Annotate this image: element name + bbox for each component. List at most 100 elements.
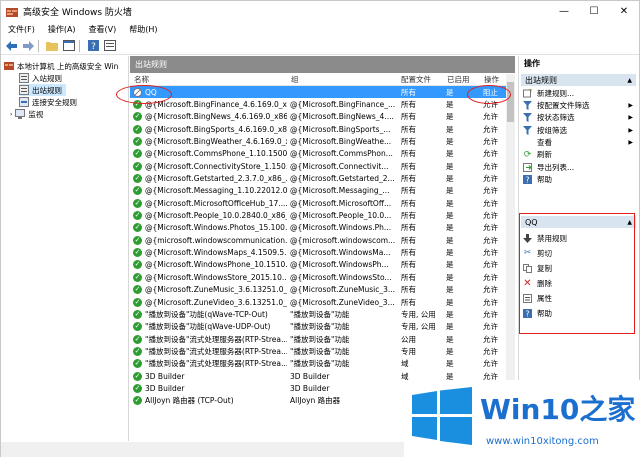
column-header-action[interactable]: 操作	[480, 74, 506, 85]
rule-action-cell: 允许	[483, 137, 498, 147]
enabled-rule-check-icon: ✓	[133, 396, 142, 406]
rule-row[interactable]: ✓ @{Microsoft.WindowsStore_2015.10.... @{M…	[130, 271, 506, 283]
menu-help[interactable]: 帮助(H)	[129, 24, 157, 35]
tree-item-inbound-rules[interactable]: 入站规则	[19, 72, 62, 84]
rule-row[interactable]: ✓ @{Microsoft.Windows.Photos_15.100.... @{…	[130, 222, 506, 234]
tree-item-outbound-rules[interactable]: 出站规则	[19, 84, 66, 96]
rule-row[interactable]: ✓ "播放到设备"流式处理服务器(RTP-Strea... "播放到设备"功能 公用 是…	[130, 333, 506, 345]
rule-row[interactable]: ✓ @{Microsoft.CommsPhone_1.10.1500.... @{M…	[130, 148, 506, 160]
rule-group-cell: @{Microsoft.CommsPhon...	[290, 149, 393, 159]
tree-item-local-computer[interactable]: 本地计算机 上的高级安全 Win	[4, 60, 118, 72]
rule-row[interactable]: ✓ @{Microsoft.People_10.0.2840.0_x86_... @…	[130, 209, 506, 221]
rule-profile-cell: 所有	[401, 112, 416, 122]
rule-name-cell: ✓ @{Microsoft.Messaging_1.10.22012.0...	[130, 186, 287, 196]
back-button[interactable]	[4, 39, 18, 53]
rule-action-cell: 允许	[483, 248, 498, 258]
enabled-rule-check-icon: ✓	[133, 359, 142, 369]
rule-group-cell: "播放到设备"功能	[290, 309, 350, 319]
rule-group-cell: 3D Builder	[290, 383, 330, 393]
action-refresh[interactable]: ⟳ 刷新	[523, 149, 635, 161]
rule-action-cell: 允许	[483, 124, 498, 134]
forward-button[interactable]	[21, 39, 35, 53]
help-button[interactable]: ?	[86, 39, 100, 53]
rule-profile-cell: 所有	[401, 161, 416, 171]
rule-row[interactable]: ✓ @{Microsoft.ZuneMusic_3.6.13251.0_... @{…	[130, 284, 506, 296]
action-new-rule[interactable]: 新建规则...	[523, 87, 635, 99]
scrollbar-thumb[interactable]	[507, 82, 514, 122]
menu-action[interactable]: 操作(A)	[48, 24, 76, 35]
rule-enabled-cell: 是	[446, 112, 454, 122]
rule-row[interactable]: ✓ @{Microsoft.WindowsPhone_10.1510.... @{M…	[130, 259, 506, 271]
tree-item-connection-security[interactable]: 连接安全规则	[19, 96, 77, 108]
close-button[interactable]: ✕	[609, 1, 639, 22]
rule-row[interactable]: ✓ @{Microsoft.ConnectivityStore_1.150....…	[130, 160, 506, 172]
menu-bar: 文件(F) 操作(A) 查看(V) 帮助(H)	[1, 22, 639, 37]
rule-enabled-cell: 是	[446, 260, 454, 270]
collapse-caret-icon[interactable]: ▲	[627, 77, 632, 84]
actions-section-outbound[interactable]: 出站规则 ▲	[521, 74, 636, 86]
action-view[interactable]: 查看 ▶	[523, 136, 635, 148]
navigation-tree: 本地计算机 上的高级安全 Win 入站规则 出站规则 连接安全规则 › 监视	[1, 56, 129, 441]
rule-name-cell: ✓ "播放到设备"功能(qWave-TCP-Out)	[130, 309, 287, 320]
export-icon	[523, 162, 532, 172]
console-button[interactable]	[62, 39, 76, 53]
rule-row[interactable]: ✓ @{Microsoft.WindowsMaps_4.1509.5... @{Mi…	[130, 246, 506, 258]
enabled-rule-check-icon: ✓	[133, 272, 142, 282]
rule-group-cell: @{Microsoft.People_10.0...	[290, 211, 392, 221]
action-help[interactable]: ? 帮助	[523, 173, 635, 185]
windows-logo-icon	[412, 387, 472, 445]
rule-row[interactable]: ✓ @{microsoft.windowscommunication... @{mi…	[130, 234, 506, 246]
rule-row[interactable]: ✓ "播放到设备"功能(qWave-TCP-Out) "播放到设备"功能 专用, 公用…	[130, 308, 506, 320]
rule-row[interactable]: ✓ "播放到设备"功能(qWave-UDP-Out) "播放到设备"功能 专用, 公用…	[130, 321, 506, 333]
rule-row[interactable]: ✓ @{Microsoft.BingWeather_4.6.169.0_x... @…	[130, 135, 506, 147]
rule-name: @{Microsoft.Windows.Photos_15.100....	[145, 223, 287, 233]
action-filter-profile[interactable]: 按配置文件筛选 ▶	[523, 100, 635, 112]
column-header-group[interactable]: 组	[287, 74, 397, 85]
menu-file[interactable]: 文件(F)	[8, 24, 35, 35]
rule-row[interactable]: ✓ "播放到设备"流式处理服务器(RTP-Strea... "播放到设备"功能 专用 是…	[130, 345, 506, 357]
rule-row[interactable]: ✓ @{Microsoft.Messaging_1.10.22012.0... @{…	[130, 185, 506, 197]
expand-chevron-icon[interactable]: ›	[10, 111, 12, 118]
rule-row[interactable]: ✓ @{Microsoft.ZuneVideo_3.6.13251.0_... @{…	[130, 296, 506, 308]
toolbar-separator	[38, 39, 39, 52]
enabled-rule-check-icon: ✓	[133, 112, 142, 122]
rule-profile-cell: 所有	[401, 223, 416, 233]
menu-view[interactable]: 查看(V)	[89, 24, 117, 35]
enabled-rule-check-icon: ✓	[133, 235, 142, 245]
rule-row[interactable]: ✓ @{Microsoft.BingFinance_4.6.169.0_x... @…	[130, 98, 506, 110]
maximize-button[interactable]: ☐	[579, 1, 609, 22]
action-filter-group[interactable]: 按组筛选 ▶	[523, 124, 635, 136]
rule-name-cell: ✓ @{Microsoft.Windows.Photos_15.100....	[130, 223, 287, 233]
action-filter-state[interactable]: 按状态筛选 ▶	[523, 112, 635, 124]
rule-group-cell: @{Microsoft.WindowsSto...	[290, 272, 392, 282]
minimize-button[interactable]: —	[549, 1, 579, 22]
rule-enabled-cell: 是	[446, 137, 454, 147]
toolbar-separator	[79, 39, 80, 52]
rule-row[interactable]: ✓ @{Microsoft.MicrosoftOfficeHub_17.... @{…	[130, 197, 506, 209]
forward-arrow-icon	[22, 40, 34, 51]
action-label: 帮助	[537, 174, 552, 184]
firewall-app-icon	[6, 7, 18, 17]
tree-item-monitoring[interactable]: › 监视	[10, 108, 43, 120]
folder-button[interactable]	[45, 39, 59, 53]
column-header-enabled[interactable]: 已启用	[443, 74, 480, 85]
rule-name-cell: ✓ 3D Builder	[130, 371, 287, 381]
submenu-arrow-icon: ▶	[628, 139, 633, 147]
rule-name-cell: ✓ @{Microsoft.BingWeather_4.6.169.0_x...	[130, 137, 287, 147]
rule-group-cell: @{microsoft.windowscom...	[290, 235, 396, 245]
enabled-rule-check-icon: ✓	[133, 186, 142, 196]
rule-row[interactable]: ✓ @{Microsoft.BingSports_4.6.169.0_x8... @…	[130, 123, 506, 135]
enabled-rule-check-icon: ✓	[133, 174, 142, 184]
column-header-profile[interactable]: 配置文件	[397, 74, 443, 85]
column-header-name[interactable]: 名称	[130, 74, 287, 85]
properties-button[interactable]	[103, 39, 117, 53]
action-export-list[interactable]: 导出列表...	[523, 161, 635, 173]
rule-row[interactable]: ✓ @{Microsoft.BingNews_4.6.169.0_x86... @{…	[130, 111, 506, 123]
rule-group-cell: @{Microsoft.ZuneMusic_3...	[290, 285, 396, 295]
rule-row[interactable]: QQ 所有是阻止	[130, 86, 506, 99]
rule-profile-cell: 所有	[401, 260, 416, 270]
rule-row[interactable]: ✓ @{Microsoft.Getstarted_2.3.7.0_x86_... @…	[130, 172, 506, 184]
watermark-brand: Win10之家	[480, 393, 636, 426]
enabled-rule-check-icon: ✓	[133, 260, 142, 270]
rule-row[interactable]: ✓ "播放到设备"流式处理服务器(RTP-Strea... "播放到设备"功能 域 是 允…	[130, 358, 506, 370]
